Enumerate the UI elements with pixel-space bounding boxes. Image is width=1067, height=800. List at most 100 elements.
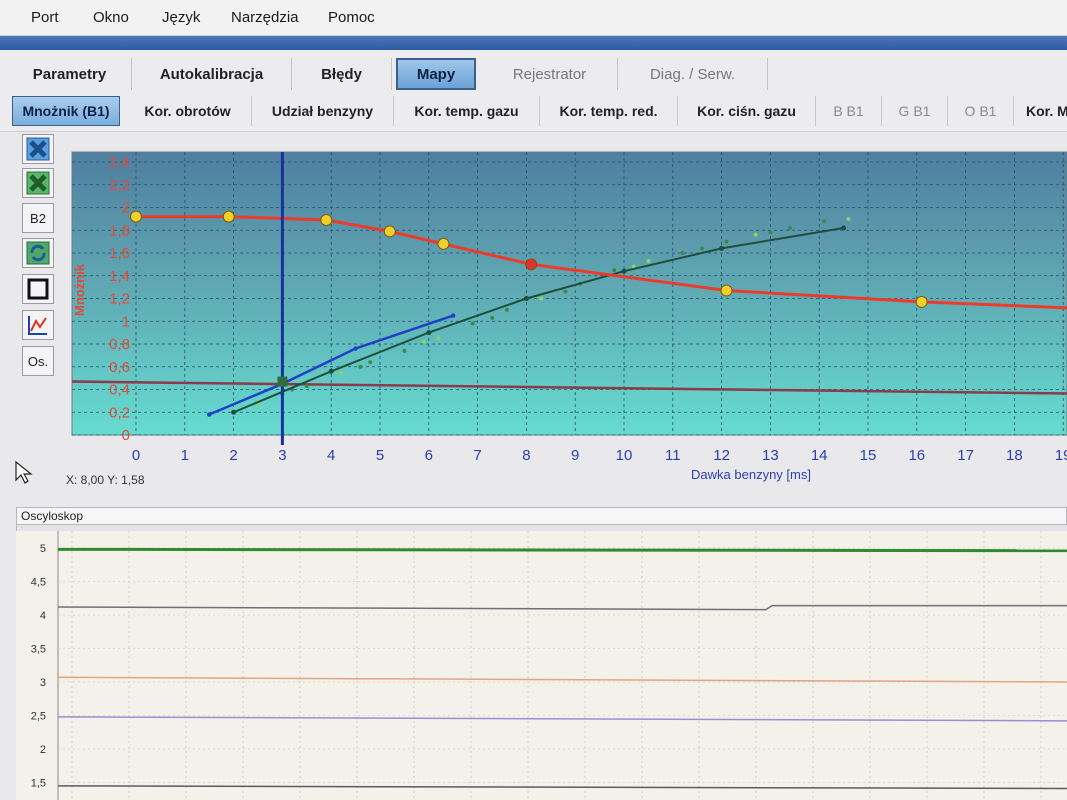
x-tick-label: 6 xyxy=(425,447,433,464)
x-tick-label: 12 xyxy=(713,447,730,464)
subtab-g-b1[interactable]: G B1 xyxy=(882,96,948,126)
y-axis-label: Mnożnik xyxy=(72,263,87,316)
subtab-kor-temp-gazu[interactable]: Kor. temp. gazu xyxy=(394,96,540,126)
tab-bledy[interactable]: Błędy xyxy=(292,58,392,90)
clear-blue-button[interactable] xyxy=(22,134,54,164)
scatter-point xyxy=(822,219,827,224)
menu-narzedzia[interactable]: Narzędzia xyxy=(231,9,299,26)
tab-parametry[interactable]: Parametry xyxy=(8,58,132,90)
osc-y-tick-label: 3,5 xyxy=(31,644,46,656)
mouse-cursor-icon xyxy=(15,460,33,484)
control-point xyxy=(383,225,396,238)
os-label: Os. xyxy=(27,353,49,369)
scatter-point xyxy=(436,336,441,341)
b2-button[interactable]: B2 xyxy=(22,203,54,233)
scatter-point xyxy=(358,364,363,369)
x-tick-label: 7 xyxy=(473,447,481,464)
scatter-point xyxy=(402,348,407,353)
subtab-kor-obrotow[interactable]: Kor. obrotów xyxy=(124,96,252,126)
scatter-point xyxy=(563,289,568,294)
blue-x-icon xyxy=(26,137,50,161)
x-tick-label: 13 xyxy=(762,447,779,464)
scatter-point xyxy=(504,307,509,312)
subtab-b-b1[interactable]: B B1 xyxy=(816,96,882,126)
scatter-point xyxy=(753,232,758,237)
sub-tab-bar: Mnożnik (B1) Kor. obrotów Udział benzyny… xyxy=(0,92,1067,132)
frame-button[interactable] xyxy=(22,274,54,304)
tab-diag-serw[interactable]: Diag. / Serw. xyxy=(618,58,768,90)
osc-green-trace xyxy=(57,547,1067,553)
menu-okno[interactable]: Okno xyxy=(93,9,129,26)
subtab-o-b1[interactable]: O B1 xyxy=(948,96,1014,126)
menu-pomoc[interactable]: Pomoc xyxy=(328,9,375,26)
tab-autokalibracja[interactable]: Autokalibracja xyxy=(132,58,292,90)
control-point xyxy=(720,284,733,297)
y-tick-label: 2 xyxy=(122,200,130,217)
green-x-icon xyxy=(26,171,50,195)
scatter-point xyxy=(338,370,343,375)
control-point xyxy=(915,295,928,308)
refresh-icon xyxy=(26,241,50,265)
menu-port[interactable]: Port xyxy=(31,9,59,26)
gas-trend-point xyxy=(451,313,456,318)
x-tick-label: 5 xyxy=(376,447,384,464)
subtab-kor-temp-red[interactable]: Kor. temp. red. xyxy=(540,96,678,126)
oscilloscope-header: Oscyloskop xyxy=(16,507,1067,525)
subtab-udzial-benzyny[interactable]: Udział benzyny xyxy=(252,96,394,126)
osc-y-tick-label: 2,5 xyxy=(31,711,46,723)
oscilloscope-chart[interactable]: 1,5 2 2,5 3 3,5 4 4,5 5 xyxy=(16,531,1067,800)
benzine-trend-point xyxy=(231,409,237,415)
x-tick-label: 1 xyxy=(181,447,189,464)
scatter-point xyxy=(304,384,309,389)
menu-jezyk[interactable]: Język xyxy=(162,9,200,26)
menu-bar: Port Okno Język Narzędzia Pomoc xyxy=(0,0,1067,36)
scatter-point xyxy=(724,239,729,244)
chart-mode-button[interactable] xyxy=(22,310,54,340)
y-tick-label: 0,2 xyxy=(109,404,130,421)
scatter-point xyxy=(680,251,685,255)
main-tab-bar: Parametry Autokalibracja Błędy Mapy Reje… xyxy=(0,50,1067,92)
scatter-point xyxy=(646,258,651,263)
subtab-kor-cisn-gazu[interactable]: Kor. ciśn. gazu xyxy=(678,96,816,126)
x-tick-label: 0 xyxy=(132,447,140,464)
benzine-trend-point xyxy=(621,268,627,274)
x-tick-label: 16 xyxy=(908,447,925,464)
title-band xyxy=(0,36,1067,50)
y-tick-label: 1,8 xyxy=(109,222,130,239)
app-window: Port Okno Język Narzędzia Pomoc Parametr… xyxy=(0,0,1067,800)
x-tick-label: 17 xyxy=(957,447,974,464)
x-tick-label: 8 xyxy=(522,447,530,464)
tab-mapy[interactable]: Mapy xyxy=(396,58,476,90)
y-tick-label: 1 xyxy=(122,313,130,330)
axes-button[interactable]: Os. xyxy=(22,346,54,376)
x-tick-label: 14 xyxy=(811,447,828,464)
x-tick-label: 3 xyxy=(278,447,286,464)
control-point xyxy=(320,214,333,227)
benzine-trend-point xyxy=(719,245,725,251)
scatter-point xyxy=(368,360,373,365)
multiplier-map-chart[interactable]: 01234567891011121314151617181900,20,40,6… xyxy=(62,140,1067,485)
benzine-trend-point xyxy=(426,330,432,336)
benzine-trend-point xyxy=(328,368,334,374)
scatter-point xyxy=(768,230,773,235)
y-tick-label: 0,4 xyxy=(109,382,130,399)
benzine-trend-point xyxy=(841,225,847,231)
x-tick-label: 11 xyxy=(665,447,681,464)
y-tick-label: 0,8 xyxy=(109,336,130,353)
clear-green-button[interactable] xyxy=(22,168,54,198)
y-tick-label: 1,6 xyxy=(109,245,130,262)
control-point xyxy=(222,210,235,223)
scatter-point xyxy=(470,321,475,326)
y-tick-label: 2,2 xyxy=(109,177,130,194)
subtab-mnoznik-b1[interactable]: Mnożnik (B1) xyxy=(12,96,120,126)
osc-y-tick-label: 5 xyxy=(40,543,46,555)
cursor-coordinates: X: 8,00 Y: 1,58 xyxy=(66,473,145,487)
tab-rejestrator[interactable]: Rejestrator xyxy=(482,58,618,90)
y-tick-label: 2,4 xyxy=(109,154,130,171)
subtab-kor-m[interactable]: Kor. M xyxy=(1014,96,1067,126)
y-tick-label: 1,2 xyxy=(109,291,130,308)
y-tick-label: 1,4 xyxy=(109,268,130,285)
square-frame-icon xyxy=(27,278,49,300)
refresh-button[interactable] xyxy=(22,238,54,268)
x-tick-label: 9 xyxy=(571,447,579,464)
